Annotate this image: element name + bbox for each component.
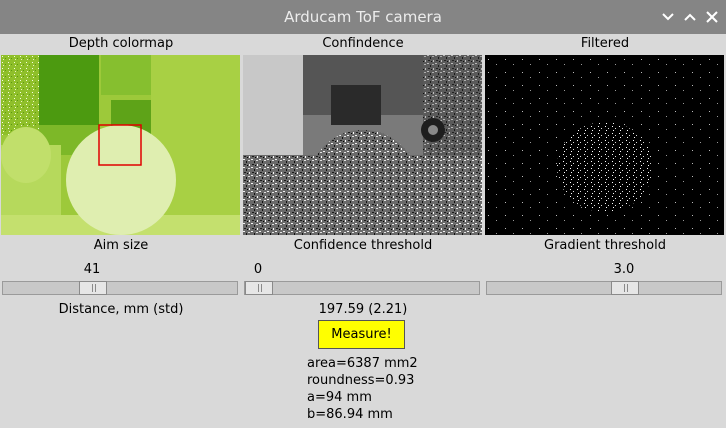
gradient-threshold-slider-handle[interactable] [611,281,639,295]
b-result: b=86.94 mm [307,407,393,422]
window-title: Arducam ToF camera [284,8,442,26]
confidence-threshold-slider-handle[interactable] [245,281,273,295]
aim-size-slider[interactable] [2,281,238,295]
chevron-down-icon[interactable] [660,9,676,25]
distance-label: Distance, mm (std) [58,302,184,317]
confidence-threshold-value: 0 [253,262,263,277]
chevron-up-icon[interactable] [682,9,698,25]
gradient-threshold-slider[interactable] [486,281,722,295]
gradient-threshold-value: 3.0 [613,262,635,277]
window-titlebar: Arducam ToF camera [0,0,726,34]
a-result: a=94 mm [307,390,372,405]
filtered-title: Filtered [580,36,630,51]
measurement-results: area=6387 mm2 roundness=0.93 a=94 mm b=8… [307,355,418,423]
confidence-image [243,55,482,235]
area-result: area=6387 mm2 [307,356,418,371]
roundness-result: roundness=0.93 [307,373,415,388]
distance-value: 197.59 (2.21) [318,302,408,317]
aim-size-value: 41 [83,262,101,277]
aim-size-slider-handle[interactable] [79,281,107,295]
aim-size-label: Aim size [93,238,149,253]
confidence-threshold-label: Confidence threshold [293,238,433,253]
filtered-image [485,55,724,235]
depth-colormap-title: Depth colormap [68,36,174,51]
confidence-title: Confindence [322,36,404,51]
measure-button[interactable]: Measure! [318,320,405,349]
close-icon[interactable] [704,9,720,25]
gradient-threshold-label: Gradient threshold [544,238,666,253]
confidence-threshold-slider[interactable] [244,281,480,295]
depth-colormap-image [1,55,240,235]
